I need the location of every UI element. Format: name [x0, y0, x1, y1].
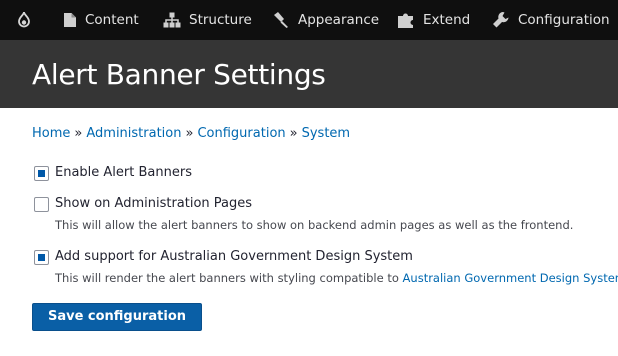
page-title: Alert Banner Settings	[32, 58, 326, 91]
australian-design-system-description: This will render the alert banners with …	[55, 271, 618, 285]
page-header: Alert Banner Settings	[0, 40, 618, 108]
puzzle-icon	[397, 11, 423, 29]
australian-design-system-checkbox[interactable]	[34, 250, 49, 265]
wrench-icon	[492, 11, 518, 29]
file-icon	[63, 12, 85, 28]
paintbrush-icon	[272, 11, 298, 29]
breadcrumb-link-system[interactable]: System	[302, 126, 350, 141]
toolbar-item-label: Configuration	[518, 12, 610, 28]
breadcrumb-link-administration[interactable]: Administration	[86, 126, 181, 141]
drupal-drop-icon	[15, 11, 41, 29]
save-configuration-button[interactable]: Save configuration	[32, 303, 202, 331]
toolbar-item-structure[interactable]: Structure	[163, 0, 252, 40]
australian-design-system-label[interactable]: Add support for Australian Government De…	[55, 249, 413, 264]
breadcrumb-separator: »	[289, 126, 298, 141]
toolbar-item-label: Extend	[423, 12, 471, 28]
show-on-admin-pages-checkbox[interactable]	[34, 197, 49, 212]
breadcrumb: Home» Administration» Configuration» System	[32, 126, 350, 141]
breadcrumb-separator: »	[185, 126, 194, 141]
toolbar-item-extend[interactable]: Extend	[397, 0, 470, 40]
toolbar-item-label: Appearance	[298, 12, 380, 28]
australian-design-system-link[interactable]: Australian Government Design System	[403, 271, 618, 285]
breadcrumb-link-home[interactable]: Home	[32, 126, 70, 141]
sitemap-icon	[163, 12, 189, 28]
admin-toolbar: Content Structure Appearance Extend Conf…	[0, 0, 618, 40]
toolbar-item-configuration[interactable]: Configuration	[492, 0, 610, 40]
toolbar-item-label: Structure	[189, 12, 252, 28]
breadcrumb-link-configuration[interactable]: Configuration	[197, 126, 285, 141]
enable-alert-banners-label[interactable]: Enable Alert Banners	[55, 165, 192, 180]
toolbar-item-label: Content	[85, 12, 139, 28]
toolbar-item-appearance[interactable]: Appearance	[272, 0, 379, 40]
description-text: This will render the alert banners with …	[55, 271, 403, 285]
toolbar-item-content[interactable]: Content	[63, 0, 139, 40]
enable-alert-banners-checkbox[interactable]	[34, 166, 49, 181]
show-on-admin-pages-description: This will allow the alert banners to sho…	[55, 218, 574, 232]
show-on-admin-pages-label[interactable]: Show on Administration Pages	[55, 196, 252, 211]
breadcrumb-separator: »	[74, 126, 83, 141]
home-toolbar-item[interactable]	[15, 0, 39, 40]
